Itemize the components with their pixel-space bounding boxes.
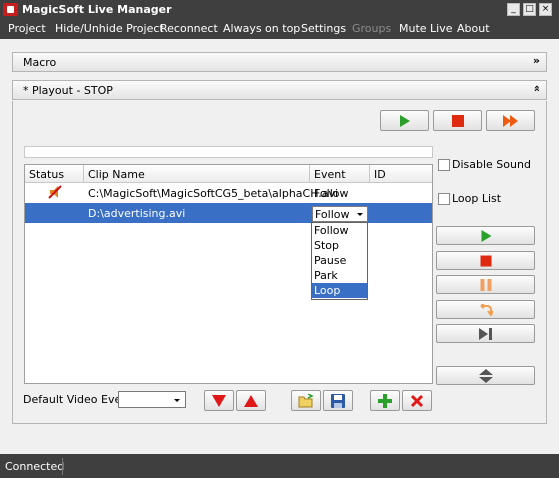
play-icon xyxy=(399,114,410,127)
move-up-down-button[interactable] xyxy=(436,366,535,385)
disable-sound-checkbox[interactable] xyxy=(438,159,450,171)
window-title: MagicSoft Live Manager xyxy=(22,3,172,16)
arrow-up-icon xyxy=(244,394,258,407)
expand-icon[interactable]: » xyxy=(533,54,540,67)
menu-groups: Groups xyxy=(352,22,392,35)
return-arrow-icon xyxy=(479,303,493,316)
app-window: MagicSoft Live Manager _ □ × Project Hid… xyxy=(0,0,559,478)
muted-speaker-icon xyxy=(47,185,63,202)
event-dropdown-list: Follow Stop Pause Park Loop xyxy=(311,222,368,300)
pause-clip-button[interactable] xyxy=(436,275,535,294)
stop-icon xyxy=(451,114,464,127)
pause-icon xyxy=(480,278,491,291)
status-bar: Connected xyxy=(0,454,559,478)
playlist-table: Status Clip Name Event ID C:\MagicSoft\M… xyxy=(24,164,433,384)
title-bar: MagicSoft Live Manager _ □ × xyxy=(0,0,559,20)
table-row-selected[interactable]: D:\advertising.avi Follow xyxy=(25,203,432,223)
minimize-button[interactable]: _ xyxy=(507,3,520,16)
status-separator xyxy=(62,458,63,475)
add-clip-button[interactable] xyxy=(370,390,400,411)
skip-next-icon xyxy=(478,327,492,340)
fast-forward-icon xyxy=(502,114,518,127)
collapse-icon[interactable]: » xyxy=(530,85,543,92)
floppy-disk-icon xyxy=(331,393,345,408)
menu-always-on-top[interactable]: Always on top xyxy=(223,22,300,35)
remove-clip-button[interactable] xyxy=(402,390,432,411)
playout-panel-title: * Playout - STOP xyxy=(23,84,113,97)
plus-icon xyxy=(378,393,392,408)
stop-button[interactable] xyxy=(433,110,482,131)
event-option-pause[interactable]: Pause xyxy=(312,253,367,268)
playout-progress-bar xyxy=(24,146,433,158)
folder-open-icon xyxy=(298,393,314,407)
menu-about[interactable]: About xyxy=(457,22,490,35)
default-video-event-label: Default Video Event xyxy=(23,393,133,406)
close-button[interactable]: × xyxy=(539,3,552,16)
menu-hide-unhide-project[interactable]: Hide/Unhide Project xyxy=(55,22,164,35)
app-logo-icon xyxy=(3,3,18,16)
event-option-park[interactable]: Park xyxy=(312,268,367,283)
play-clip-button[interactable] xyxy=(436,226,535,245)
event-option-stop[interactable]: Stop xyxy=(312,238,367,253)
menu-bar: Project Hide/Unhide Project Reconnect Al… xyxy=(0,20,559,39)
clip-name-cell: C:\MagicSoft\MagicSoftCG5_beta\alphaCH.a… xyxy=(88,187,339,200)
park-clip-button[interactable] xyxy=(436,300,535,319)
table-row[interactable]: C:\MagicSoft\MagicSoftCG5_beta\alphaCH.a… xyxy=(25,183,432,203)
move-down-button[interactable] xyxy=(204,390,234,411)
column-header-event[interactable]: Event xyxy=(310,165,370,183)
stop-clip-button[interactable] xyxy=(436,251,535,270)
maximize-button[interactable]: □ xyxy=(523,3,536,16)
column-header-clip-name[interactable]: Clip Name xyxy=(84,165,310,183)
chevron-down-icon xyxy=(357,213,363,216)
macro-panel-header[interactable]: Macro » xyxy=(12,52,547,72)
play-icon xyxy=(481,229,491,242)
up-down-icon xyxy=(478,368,493,383)
column-header-id[interactable]: ID xyxy=(370,165,432,183)
move-up-button[interactable] xyxy=(236,390,266,411)
disable-sound-label: Disable Sound xyxy=(452,158,531,171)
event-cell[interactable]: Follow xyxy=(314,187,349,200)
clip-name-cell: D:\advertising.avi xyxy=(88,207,186,220)
playout-panel-header[interactable]: * Playout - STOP » xyxy=(12,80,547,100)
menu-reconnect[interactable]: Reconnect xyxy=(160,22,218,35)
loop-list-checkbox[interactable] xyxy=(438,193,450,205)
next-button[interactable] xyxy=(486,110,535,131)
play-button[interactable] xyxy=(380,110,429,131)
macro-panel-title: Macro xyxy=(23,56,57,69)
arrow-down-icon xyxy=(212,394,226,407)
save-button[interactable] xyxy=(323,390,353,411)
menu-settings[interactable]: Settings xyxy=(301,22,346,35)
default-video-event-select[interactable] xyxy=(118,391,186,408)
event-option-follow[interactable]: Follow xyxy=(312,223,367,238)
event-select-value: Follow xyxy=(315,208,350,221)
event-select[interactable]: Follow xyxy=(312,206,368,222)
loop-list-label: Loop List xyxy=(452,192,502,205)
connection-status: Connected xyxy=(5,460,65,473)
chevron-down-icon xyxy=(174,399,180,402)
stop-icon xyxy=(480,255,491,266)
column-header-status[interactable]: Status xyxy=(25,165,84,183)
open-button[interactable] xyxy=(291,390,321,411)
event-option-loop[interactable]: Loop xyxy=(312,283,367,298)
skip-next-button[interactable] xyxy=(436,324,535,343)
delete-x-icon xyxy=(410,394,424,407)
menu-mute-live[interactable]: Mute Live xyxy=(399,22,453,35)
menu-project[interactable]: Project xyxy=(8,22,46,35)
